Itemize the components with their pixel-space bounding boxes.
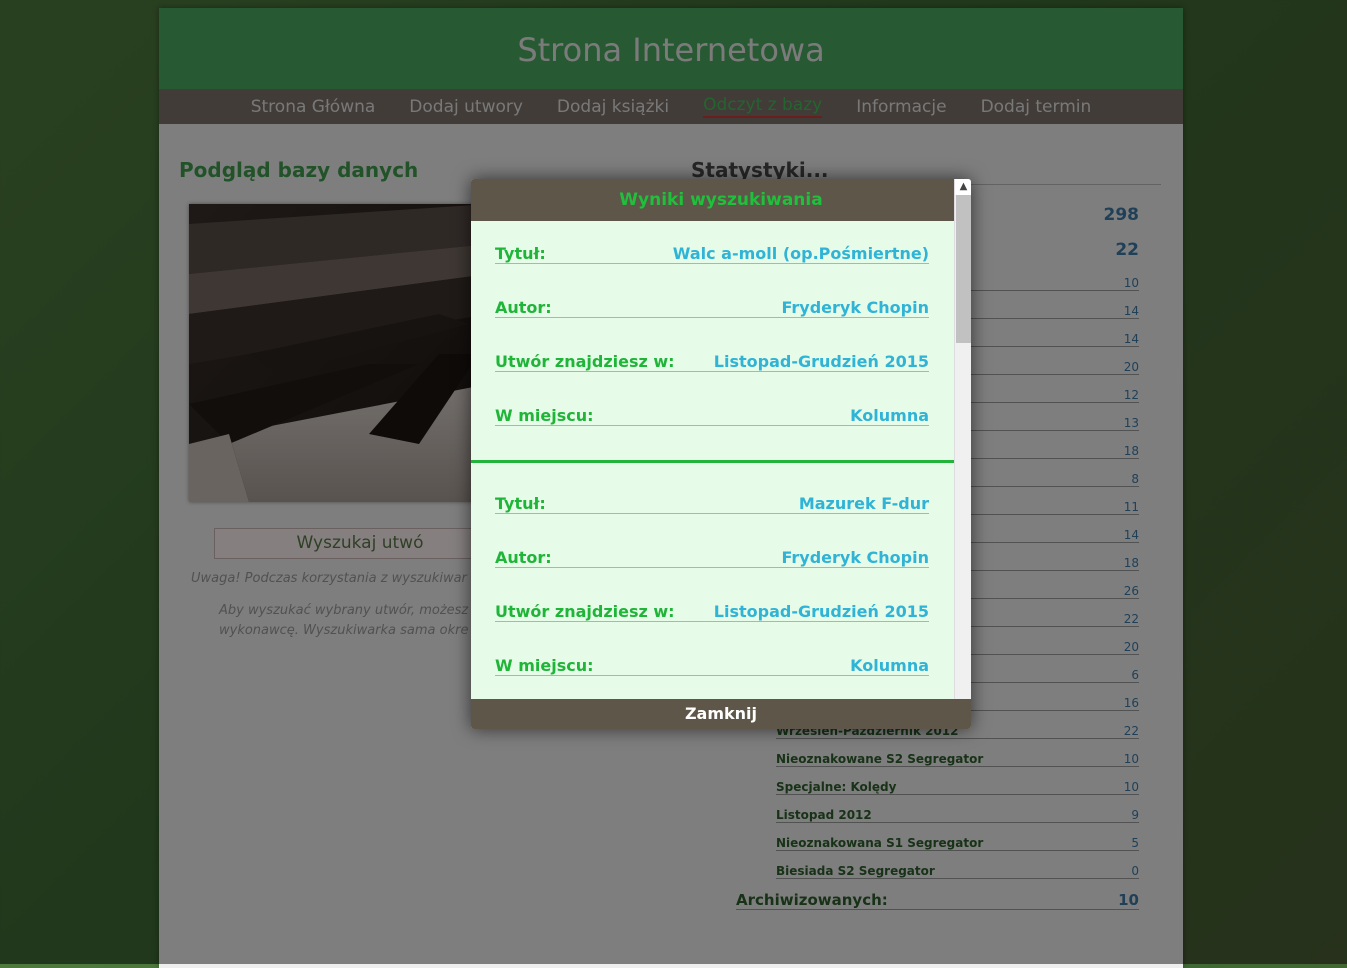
- result-title: Mazurek F-dur: [798, 494, 929, 513]
- result-author: Fryderyk Chopin: [781, 298, 929, 317]
- result-author: Fryderyk Chopin: [781, 548, 929, 567]
- modal-results-list[interactable]: Tytuł: Walc a-moll (op.Pośmiertne) Autor…: [471, 221, 954, 699]
- search-results-modal: Wyniki wyszukiwania Tytuł: Walc a-moll (…: [471, 179, 971, 729]
- modal-scrollbar[interactable]: ▲: [954, 179, 971, 699]
- result-place: Kolumna: [850, 656, 929, 675]
- result-location-row: Utwór znajdziesz w: Listopad-Grudzień 20…: [495, 352, 929, 372]
- modal-title: Wyniki wyszukiwania: [471, 179, 971, 221]
- result-title-row: Tytuł: Walc a-moll (op.Pośmiertne): [495, 244, 929, 264]
- result-author-row: Autor: Fryderyk Chopin: [495, 298, 929, 318]
- scroll-thumb[interactable]: [956, 195, 971, 343]
- result-location: Listopad-Grudzień 2015: [713, 602, 929, 621]
- close-modal-button[interactable]: Zamknij: [471, 699, 971, 729]
- result-location: Listopad-Grudzień 2015: [713, 352, 929, 371]
- result-separator: [471, 460, 954, 463]
- result-place-row: W miejscu: Kolumna: [495, 656, 929, 676]
- result-author-row: Autor: Fryderyk Chopin: [495, 548, 929, 568]
- result-location-row: Utwór znajdziesz w: Listopad-Grudzień 20…: [495, 602, 929, 622]
- result-place: Kolumna: [850, 406, 929, 425]
- result-place-row: W miejscu: Kolumna: [495, 406, 929, 426]
- scroll-up-arrow-icon[interactable]: ▲: [955, 179, 971, 195]
- result-title-row: Tytuł: Mazurek F-dur: [495, 494, 929, 514]
- result-title: Walc a-moll (op.Pośmiertne): [672, 244, 929, 263]
